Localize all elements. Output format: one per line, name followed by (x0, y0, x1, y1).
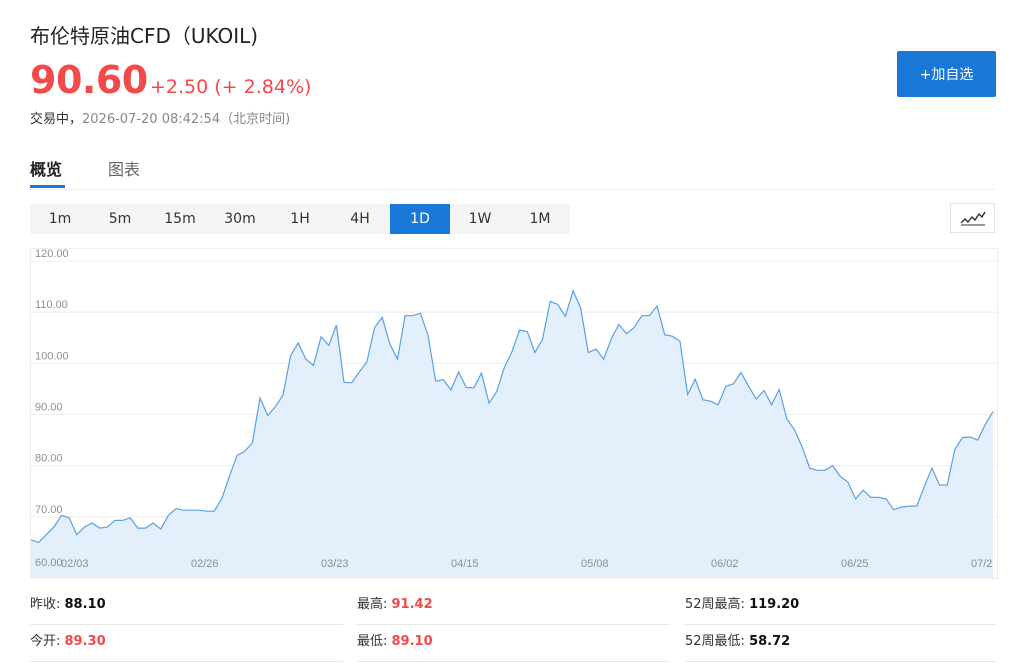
stat-value: 89.10 (391, 634, 433, 649)
instrument-title: 布伦特原油CFD（UKOIL) (30, 24, 259, 48)
stat-label: 最高: (357, 597, 392, 612)
x-tick-label: 07/2 (971, 558, 992, 570)
x-tick-label: 02/26 (191, 558, 219, 570)
status-label: 交易中， (30, 112, 83, 127)
x-tick-label: 03/23 (321, 558, 349, 570)
interval-5m[interactable]: 5m (90, 204, 150, 234)
price-area (31, 290, 993, 578)
y-tick-label: 100.00 (35, 350, 69, 362)
line-chart-icon (960, 211, 986, 226)
interval-1mo[interactable]: 1M (510, 204, 570, 234)
stat-high: 最高: 91.42 (357, 588, 670, 625)
tab-chart[interactable]: 图表 (108, 156, 140, 180)
stat-low: 最低: 89.10 (357, 625, 670, 662)
price-change: +2.50 (+ 2.84%) (150, 76, 312, 98)
price-chart-svg: 120.00110.00100.0090.0080.0070.0060.0002… (31, 249, 997, 578)
price-chart: 120.00 110.00 100.00 90.00 80.00 70.00 60.00 02… (30, 248, 998, 579)
x-tick-label: 05/08 (581, 558, 609, 570)
interval-15m[interactable]: 15m (150, 204, 210, 234)
tab-bar: 概览 图表 (30, 150, 996, 190)
active-tab-indicator (30, 185, 65, 188)
chart-type-button[interactable] (950, 203, 995, 233)
x-tick-label: 04/15 (451, 558, 479, 570)
y-tick-label: 80.00 (35, 453, 63, 465)
stat-prev-close: 昨收: 88.10 (30, 588, 343, 625)
timestamp: 2026-07-20 08:42:54（北京时间) (82, 112, 291, 127)
stats-row: 昨收: 88.10 最高: 91.42 52周最高: 119.20 (30, 588, 996, 625)
stat-label: 52周最低: (685, 634, 750, 649)
stat-value: 89.30 (64, 634, 106, 649)
y-tick-label: 70.00 (35, 504, 63, 516)
interval-1m[interactable]: 1m (30, 204, 90, 234)
stats-row: 今开: 89.30 最低: 89.10 52周最低: 58.72 (30, 625, 996, 662)
stat-label: 52周最高: (685, 597, 750, 612)
stat-value: 58.72 (749, 634, 791, 649)
interval-selector: 1m 5m 15m 30m 1H 4H 1D 1W 1M (30, 204, 570, 234)
y-tick-label: 60.00 (35, 557, 63, 569)
y-tick-label: 90.00 (35, 402, 63, 414)
stat-open: 今开: 89.30 (30, 625, 343, 662)
y-tick-label: 110.00 (35, 299, 68, 311)
trading-status: 交易中，2026-07-20 08:42:54（北京时间) (30, 108, 290, 127)
stat-52w-low: 52周最低: 58.72 (685, 625, 996, 662)
x-tick-label: 06/02 (711, 558, 739, 570)
stat-value: 88.10 (64, 597, 106, 612)
x-tick-label: 02/03 (61, 558, 89, 570)
stat-value: 91.42 (391, 597, 433, 612)
stat-52w-high: 52周最高: 119.20 (685, 588, 996, 625)
interval-1h[interactable]: 1H (270, 204, 330, 234)
last-price: 90.60 (30, 58, 148, 102)
interval-30m[interactable]: 30m (210, 204, 270, 234)
stat-label: 今开: (30, 634, 65, 649)
stat-label: 昨收: (30, 597, 65, 612)
add-watchlist-button[interactable]: +加自选 (897, 51, 996, 97)
interval-1d[interactable]: 1D (390, 204, 450, 234)
stat-value: 119.20 (749, 597, 800, 612)
y-tick-label: 120.00 (35, 249, 69, 260)
interval-4h[interactable]: 4H (330, 204, 390, 234)
x-tick-label: 06/25 (841, 558, 869, 570)
tab-overview[interactable]: 概览 (30, 156, 62, 180)
interval-1w[interactable]: 1W (450, 204, 510, 234)
stat-label: 最低: (357, 634, 392, 649)
